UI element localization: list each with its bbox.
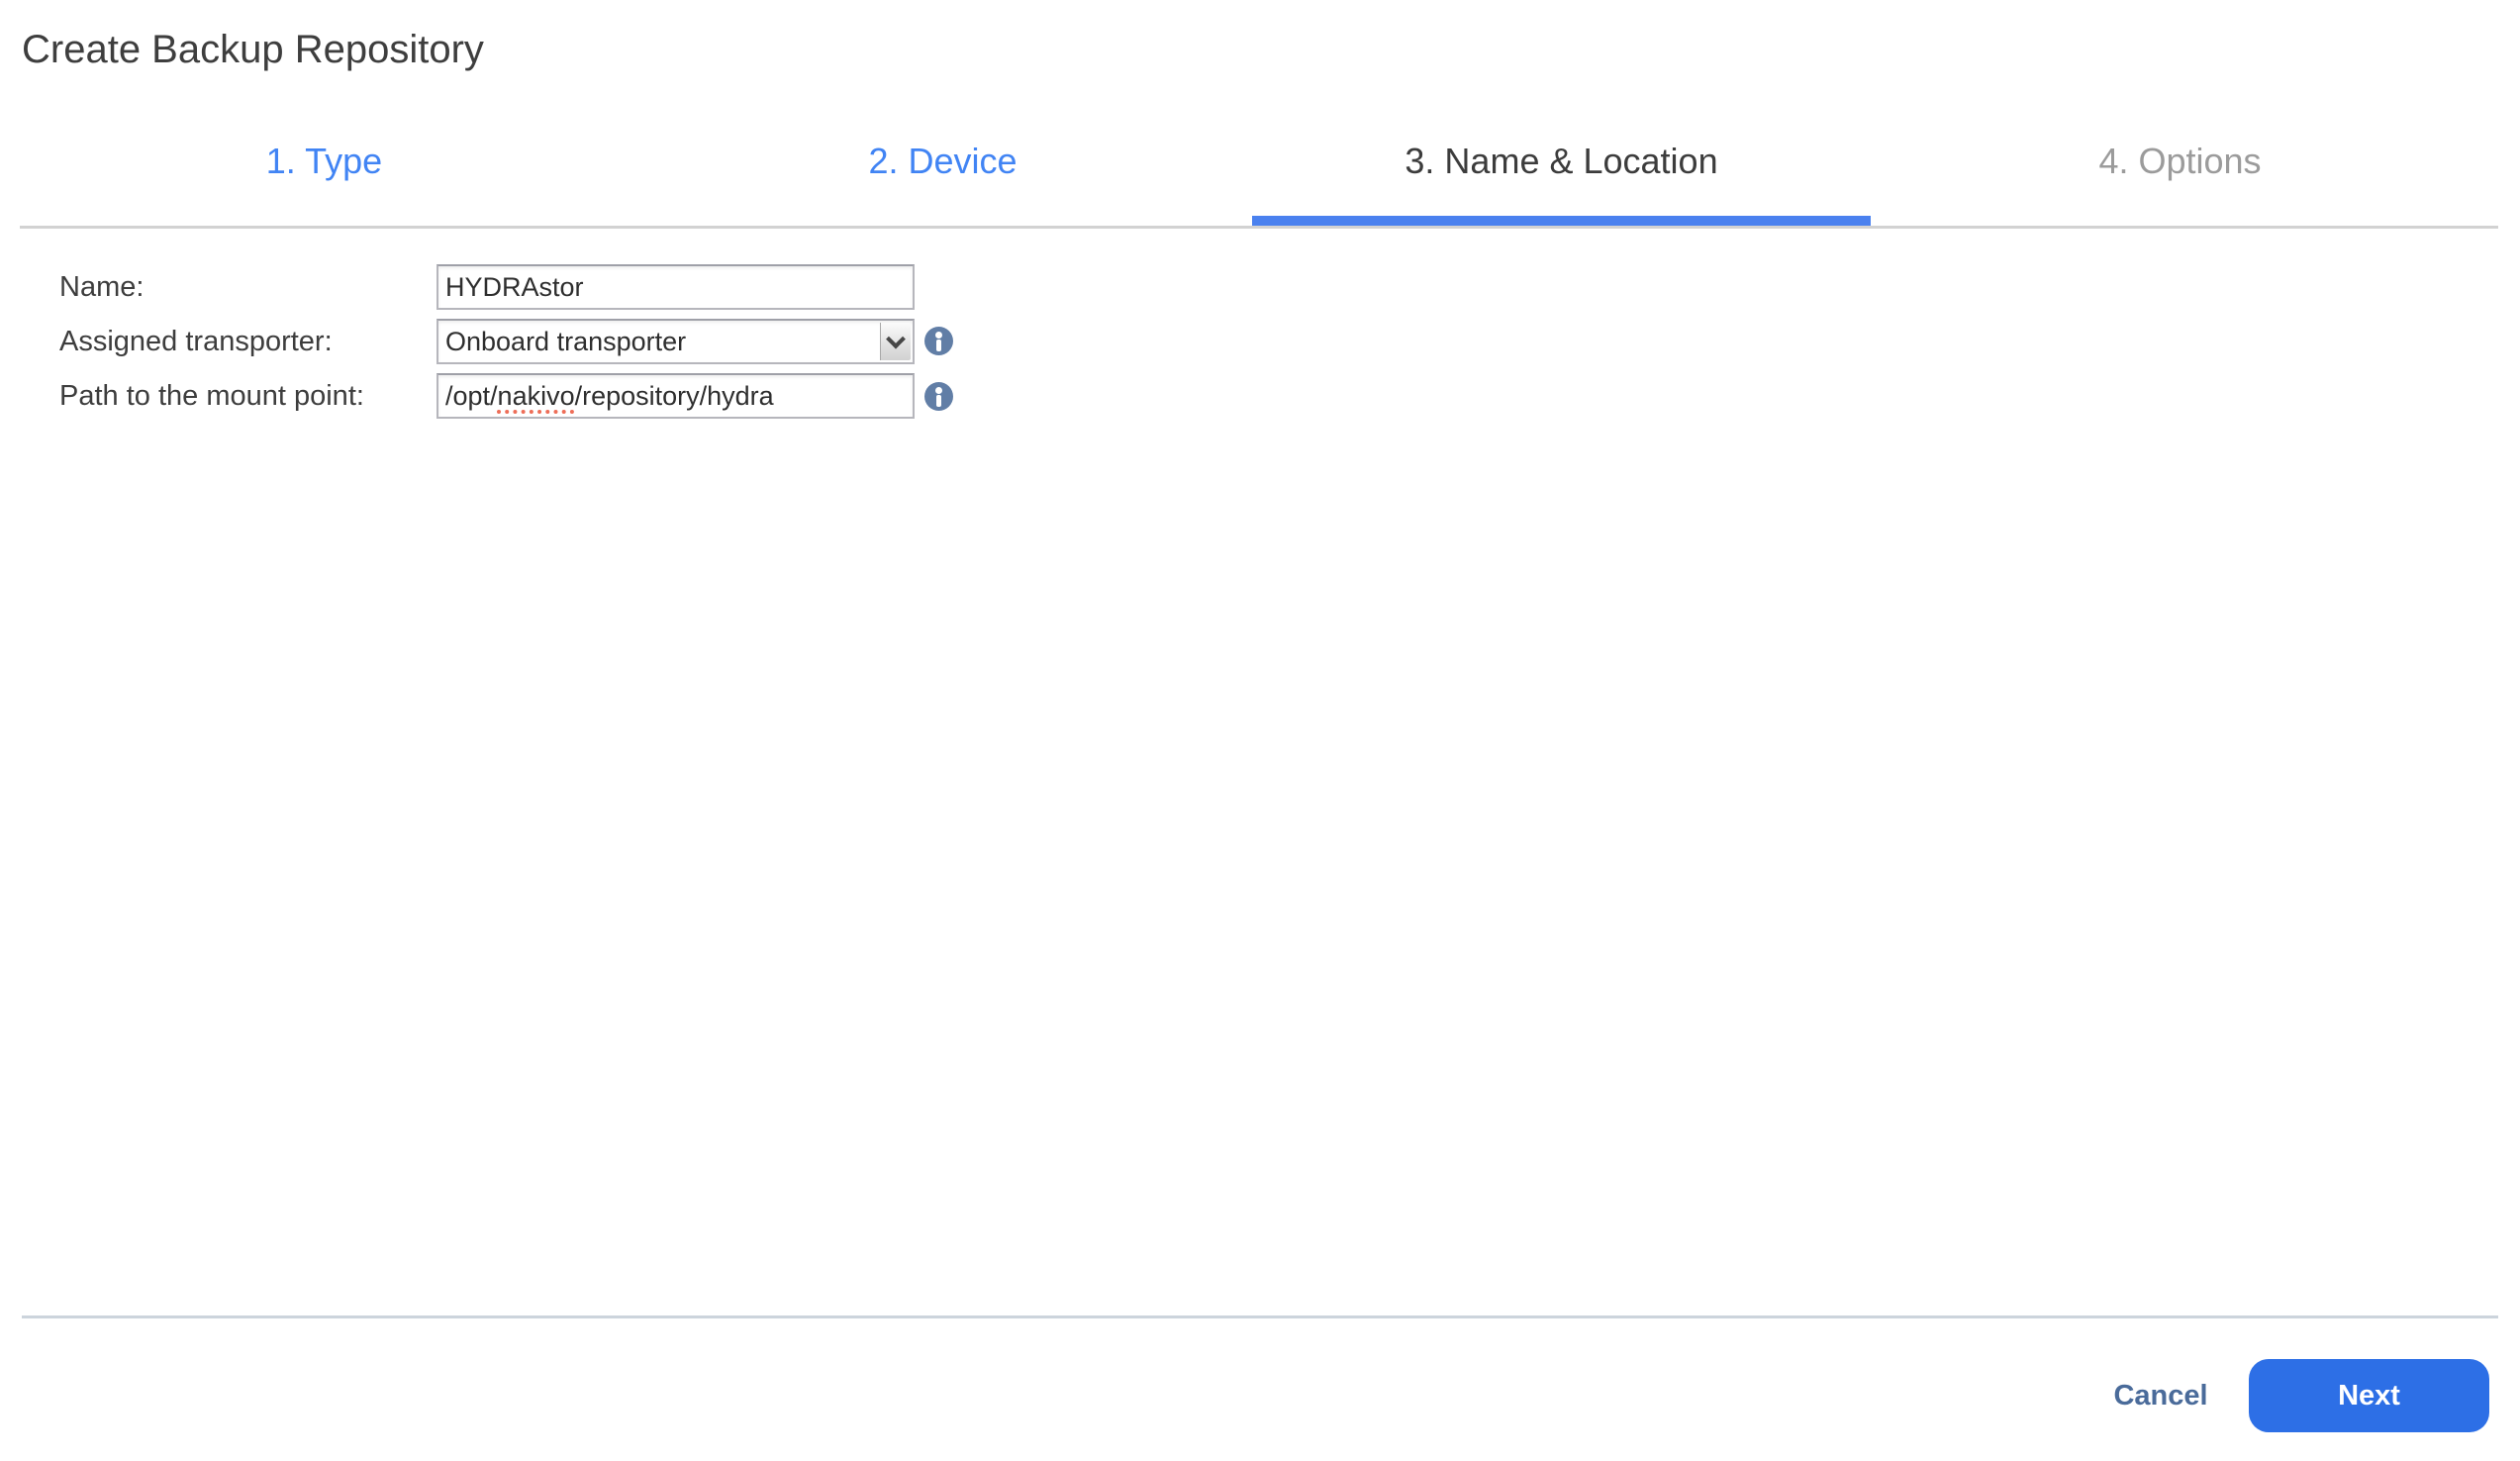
form-row-transporter: Assigned transporter: Onboard transporte… — [0, 319, 2520, 364]
tab-device[interactable]: 2. Device — [633, 137, 1252, 186]
tabs-divider — [20, 226, 2498, 229]
tab-name-location[interactable]: 3. Name & Location — [1252, 137, 1871, 186]
mount-path-info-icon[interactable] — [924, 382, 953, 411]
assigned-transporter-label: Assigned transporter: — [59, 325, 333, 357]
path-segment-misspelled: nakivo — [497, 381, 575, 411]
page-title: Create Backup Repository — [22, 28, 484, 71]
tab-options: 4. Options — [2098, 141, 2262, 181]
form-row-path: Path to the mount point: /opt/nakivo/rep… — [0, 373, 2520, 419]
footer-divider — [22, 1315, 2498, 1318]
form-row-name: Name: — [0, 264, 2520, 310]
path-segment-pre: /opt/ — [445, 381, 498, 411]
name-input[interactable] — [436, 264, 915, 310]
wizard-steps: 1. Type 2. Device 3. Name & Location 4. … — [15, 137, 2489, 186]
next-button[interactable]: Next — [2249, 1359, 2489, 1432]
transporter-dropdown-button[interactable] — [880, 323, 911, 360]
mount-path-input[interactable]: /opt/nakivo/repository/hydra — [436, 373, 915, 419]
transporter-info-icon[interactable] — [924, 327, 953, 355]
mount-path-label: Path to the mount point: — [59, 379, 364, 412]
cancel-button[interactable]: Cancel — [2086, 1372, 2235, 1419]
chevron-down-icon — [888, 334, 904, 349]
tab-type[interactable]: 1. Type — [15, 137, 633, 186]
transporter-selected-value: Onboard transporter — [445, 327, 687, 356]
name-label: Name: — [59, 270, 145, 303]
transporter-select[interactable]: Onboard transporter — [436, 319, 915, 364]
path-segment-post: /repository/hydra — [574, 381, 774, 411]
active-tab-underline — [1252, 216, 1871, 226]
create-backup-repository-dialog: Create Backup Repository 1. Type 2. Devi… — [0, 0, 2520, 1461]
